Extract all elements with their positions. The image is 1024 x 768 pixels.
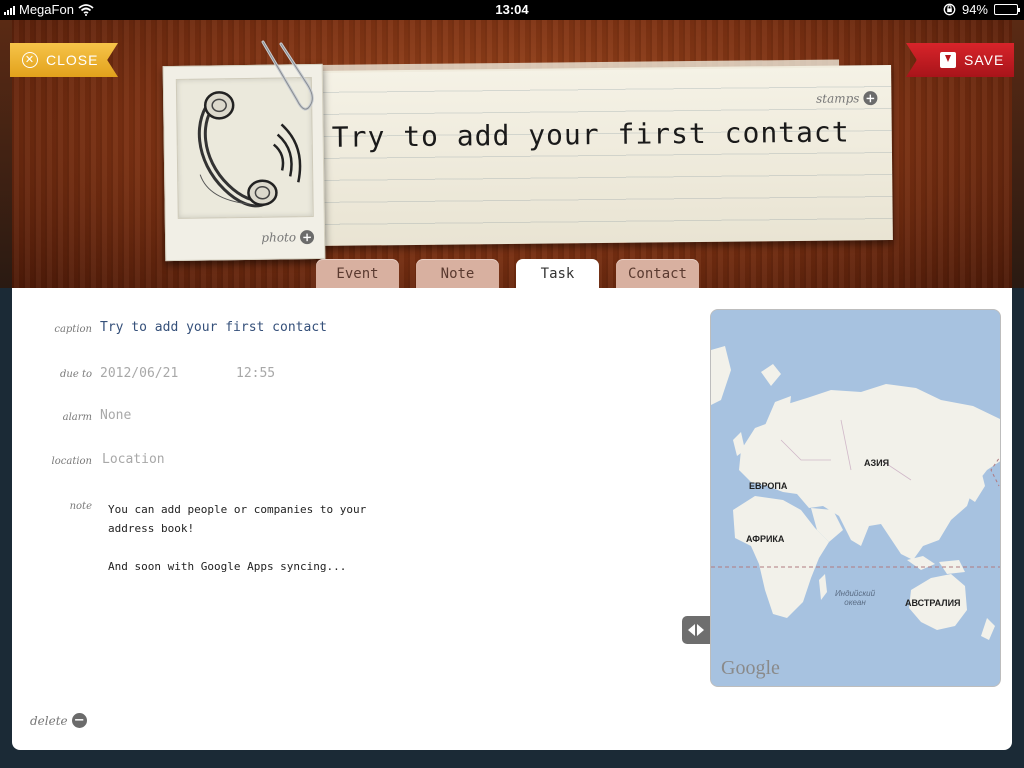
location-map[interactable]: ЕВРОПА АЗИЯ АФРИКА АВСТРАЛИЯ Индийский о…: [710, 309, 1001, 687]
save-label: SAVE: [964, 52, 1005, 68]
google-logo: Google: [721, 657, 780, 679]
arrow-left-icon: [688, 624, 695, 636]
save-icon: [940, 52, 956, 68]
tab-label: Task: [540, 265, 575, 282]
arrow-right-icon: [697, 624, 704, 636]
minus-icon: −: [71, 713, 87, 728]
close-button[interactable]: ✕ CLOSE: [10, 43, 118, 77]
delete-button[interactable]: delete −: [30, 713, 87, 728]
location-label: location: [51, 456, 92, 467]
close-label: CLOSE: [46, 52, 99, 68]
entry-title[interactable]: Try to add your first contact: [332, 115, 850, 153]
map-label-europe: ЕВРОПА: [749, 481, 788, 491]
stamps-label: stamps: [815, 91, 860, 106]
tab-task[interactable]: Task: [516, 259, 599, 288]
caption-label: caption: [54, 324, 92, 335]
tab-contact[interactable]: Contact: [616, 259, 699, 288]
save-button[interactable]: SAVE: [906, 43, 1014, 77]
photo-label: photo: [261, 230, 297, 245]
note-label: note: [69, 501, 92, 512]
note-paragraph: And soon with Google Apps syncing...: [108, 560, 347, 573]
delete-label: delete: [30, 713, 68, 728]
map-label-africa: АФРИКА: [746, 534, 785, 544]
battery-icon: [994, 4, 1020, 15]
plus-icon: +: [299, 230, 315, 245]
header-wood-panel: Try to add your first contact stamps + p…: [12, 20, 1012, 288]
stamps-button[interactable]: stamps +: [816, 91, 878, 106]
paperclip-icon: [261, 40, 314, 111]
close-icon: ✕: [22, 52, 38, 68]
tab-note[interactable]: Note: [416, 259, 499, 288]
due-time-field[interactable]: 12:55: [236, 366, 275, 381]
due-date-field[interactable]: 2012/06/21: [100, 366, 178, 381]
note-paragraph: You can add people or companies to your …: [108, 503, 367, 535]
tab-label: Note: [440, 265, 475, 282]
world-map: [711, 310, 1000, 686]
battery-percent: 94%: [961, 2, 988, 17]
tab-label: Event: [336, 265, 379, 282]
caption-field[interactable]: Try to add your first contact: [100, 320, 327, 335]
location-field[interactable]: Location: [102, 452, 165, 467]
map-toggle-handle[interactable]: [682, 616, 710, 644]
map-label-asia: АЗИЯ: [864, 458, 890, 468]
status-bar: MegaFon 13:04 94%: [0, 0, 1024, 20]
map-label-australia: АВСТРАЛИЯ: [905, 598, 961, 608]
title-paper: Try to add your first contact stamps +: [311, 64, 893, 247]
tab-event[interactable]: Event: [316, 259, 399, 288]
task-form: caption Try to add your first contact du…: [12, 288, 1012, 750]
rotation-lock-icon: [943, 3, 956, 16]
due-label: due to: [60, 369, 92, 380]
entry-type-tabs: Event Note Task Contact: [316, 259, 699, 288]
map-label-indian-ocean: Индийский океан: [834, 589, 876, 607]
status-time: 13:04: [495, 2, 529, 17]
note-field[interactable]: You can add people or companies to your …: [108, 500, 368, 595]
tab-label: Contact: [627, 265, 687, 282]
alarm-field[interactable]: None: [100, 408, 131, 423]
plus-icon: +: [863, 91, 878, 106]
alarm-label: alarm: [62, 412, 92, 423]
photo-button[interactable]: photo +: [261, 230, 315, 245]
